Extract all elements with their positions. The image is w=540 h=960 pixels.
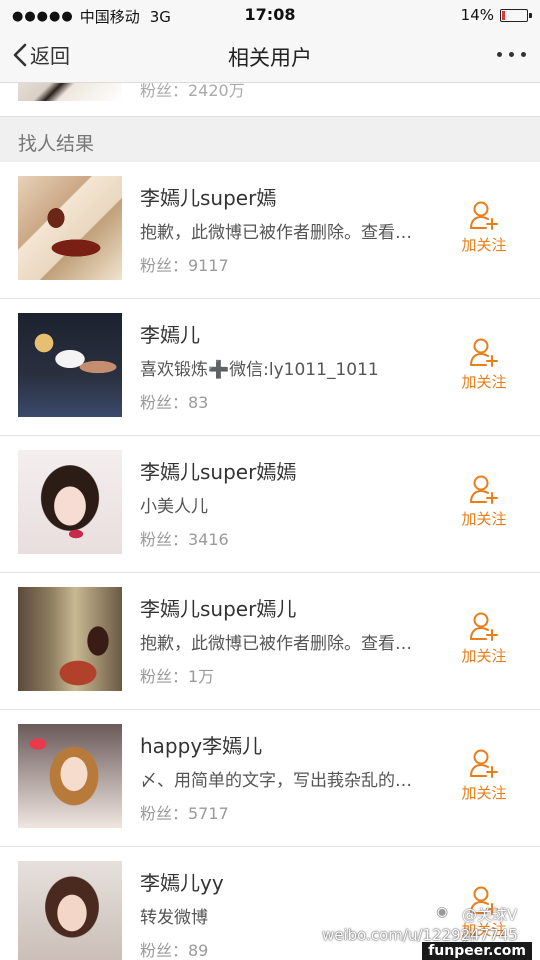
fans-count: 粉丝：83 <box>140 393 209 412</box>
dot <box>509 52 514 57</box>
add-user-icon <box>470 475 498 504</box>
follow-button[interactable]: 加关注 <box>452 337 516 392</box>
user-desc: 小美人儿 <box>140 497 208 517</box>
avatar[interactable] <box>18 176 122 280</box>
follow-label: 加关注 <box>461 373 507 391</box>
clock: 17:08 <box>244 5 296 24</box>
status-right: 14% <box>460 6 532 24</box>
user-name: 李嫣儿yy <box>140 871 224 895</box>
add-user-icon <box>470 749 498 778</box>
section-title: 找人结果 <box>18 133 95 155</box>
avatar[interactable] <box>18 450 122 554</box>
watermark-site: funpeer.com <box>422 942 532 960</box>
follow-button[interactable]: 加关注 <box>452 611 516 666</box>
watermark: ◉ @关球V井 weibo.com/u/1229247745 funpeer.c… <box>322 904 532 960</box>
follow-button[interactable]: 加关注 <box>452 200 516 255</box>
user-desc: 〆、用简单的文字，写出莪杂乱的心情 <box>140 771 416 791</box>
user-name: 李嫣儿super嫣嫣 <box>140 460 297 484</box>
avatar[interactable] <box>18 313 122 417</box>
fans-count: 粉丝：2420万 <box>140 83 245 100</box>
previous-user-row[interactable]: 粉丝：2420万 <box>0 83 540 115</box>
user-desc: 喜欢锻炼➕微信:ly1011_1011 <box>140 360 379 380</box>
add-user-icon <box>470 338 498 367</box>
follow-label: 加关注 <box>461 236 507 254</box>
more-dots-icon[interactable] <box>497 52 526 57</box>
fans-count: 粉丝：89 <box>140 941 209 960</box>
avatar[interactable] <box>18 724 122 828</box>
follow-label: 加关注 <box>461 510 507 528</box>
user-row[interactable]: 李嫣儿super嫣 抱歉，此微博已被作者删除。查看帮助：http://t.cn/… <box>0 162 540 299</box>
follow-button[interactable]: 加关注 <box>452 474 516 529</box>
screen: ●●●●● 中国移动 3G 17:08 14% 返回 相关用户 粉丝：2420万 <box>0 0 540 960</box>
follow-label: 加关注 <box>461 784 507 802</box>
user-row[interactable]: happy李嫣儿 〆、用简单的文字，写出莪杂乱的心情 粉丝：5717 加关注 <box>0 710 540 847</box>
battery-fill <box>502 10 505 20</box>
status-bar: ●●●●● 中国移动 3G 17:08 14% <box>0 0 540 30</box>
weibo-logo-icon: ◉ <box>436 904 449 920</box>
fans-count: 粉丝：9117 <box>140 256 229 275</box>
fans-count: 粉丝：5717 <box>140 804 229 823</box>
fans-count: 粉丝：3416 <box>140 530 229 549</box>
dot <box>521 52 526 57</box>
follow-label: 加关注 <box>461 647 507 665</box>
user-row[interactable]: 李嫣儿super嫣嫣 小美人儿 粉丝：3416 加关注 <box>0 436 540 573</box>
user-name: 李嫣儿 <box>140 323 200 347</box>
avatar[interactable] <box>18 587 122 691</box>
avatar <box>18 83 122 101</box>
user-desc: 抱歉，此微博已被作者删除。查看帮助：http://t.cn/zWSudZc <box>140 634 416 654</box>
dot <box>497 52 502 57</box>
user-name: 李嫣儿super嫣 <box>140 186 277 210</box>
user-row[interactable]: 李嫣儿 喜欢锻炼➕微信:ly1011_1011 粉丝：83 加关注 <box>0 299 540 436</box>
battery-percent: 14% <box>460 6 494 24</box>
fans-count: 粉丝：1万 <box>140 667 215 686</box>
add-user-icon <box>470 612 498 641</box>
page-title: 相关用户 <box>228 46 312 70</box>
user-desc: 抱歉，此微博已被作者删除。查看帮助：http://t.cn/zWSudZc <box>140 223 416 243</box>
user-row[interactable]: 李嫣儿super嫣儿 抱歉，此微博已被作者删除。查看帮助：http://t.cn… <box>0 573 540 710</box>
user-name: happy李嫣儿 <box>140 734 263 758</box>
follow-button[interactable]: 加关注 <box>452 748 516 803</box>
add-user-icon <box>470 201 498 230</box>
section-header: 找人结果 <box>0 116 540 163</box>
nav-bar: 返回 相关用户 <box>0 30 540 83</box>
avatar[interactable] <box>18 861 122 960</box>
battery-icon <box>500 8 532 22</box>
user-name: 李嫣儿super嫣儿 <box>140 597 297 621</box>
